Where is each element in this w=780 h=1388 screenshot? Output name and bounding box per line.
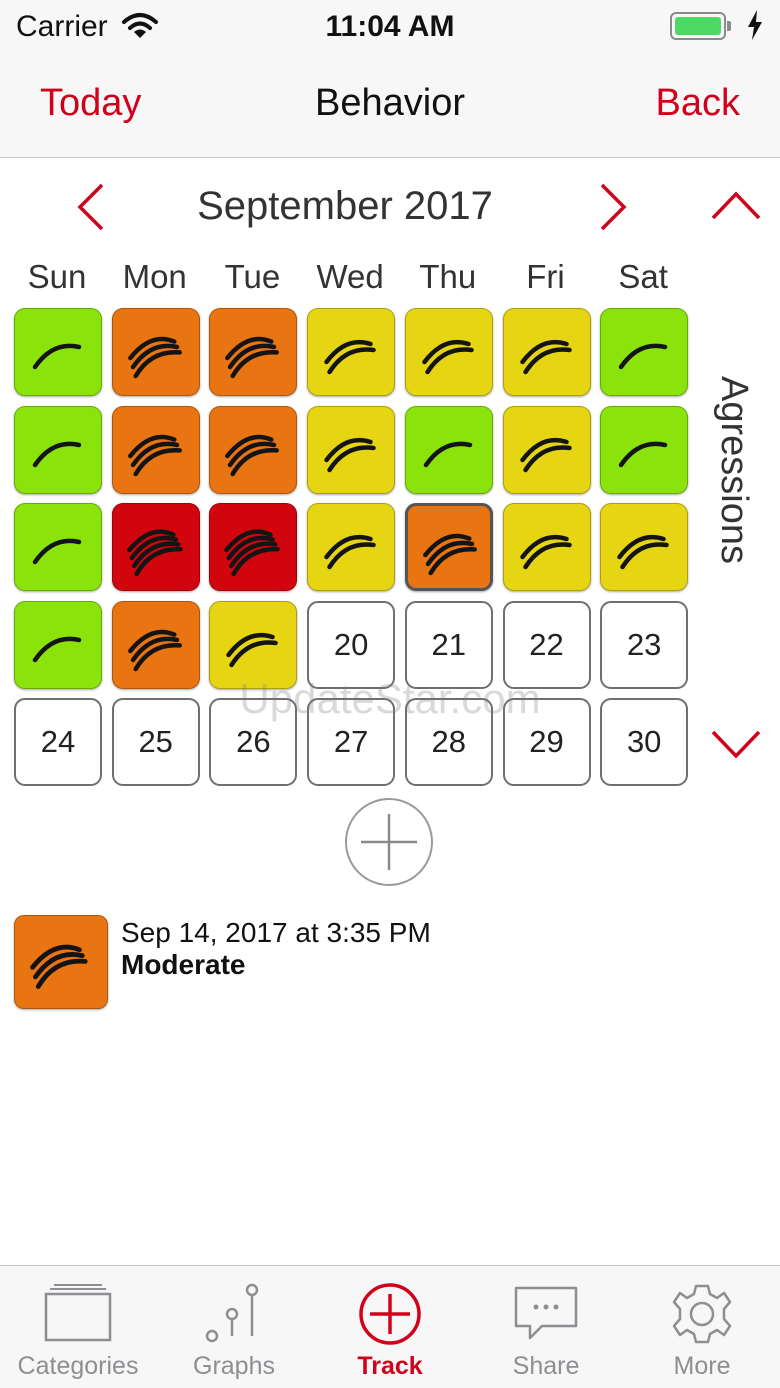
scribble-mark-icon xyxy=(127,336,182,379)
scribble-mark-icon xyxy=(324,339,376,375)
scribble-mark-icon xyxy=(422,533,477,576)
tab-bar: Categories Graphs Track Share More xyxy=(0,1265,780,1388)
tab-more[interactable]: More xyxy=(624,1266,780,1388)
scroll-down-icon[interactable] xyxy=(710,728,762,760)
calendar-day-marked[interactable] xyxy=(404,405,493,494)
calendar-day-marked[interactable] xyxy=(111,503,200,591)
scribble-mark-icon xyxy=(32,538,82,565)
weekday-label: Mon xyxy=(122,258,187,295)
battery-icon xyxy=(670,12,731,40)
calendar-day-marked[interactable] xyxy=(14,405,102,494)
calendar-day-marked[interactable] xyxy=(502,308,591,396)
scribble-mark-icon xyxy=(519,534,572,570)
calendar-day-marked[interactable] xyxy=(111,308,200,396)
month-header: September 2017 xyxy=(0,178,780,238)
calendar-day-marked[interactable] xyxy=(404,503,493,591)
scroll-up-icon[interactable] xyxy=(710,190,762,222)
navigation-bar: Today Behavior Back xyxy=(0,56,780,158)
weekday-label: Fri xyxy=(526,258,565,295)
tab-label: Share xyxy=(512,1352,580,1380)
scribble-mark-icon xyxy=(324,437,376,472)
plus-circle-icon xyxy=(359,1283,421,1345)
scribble-mark-icon xyxy=(519,437,572,472)
graphs-icon xyxy=(205,1283,259,1343)
scribble-mark-icon xyxy=(618,343,668,370)
scribble-mark-icon xyxy=(226,632,279,667)
tab-label: More xyxy=(673,1352,731,1380)
tab-label: Categories xyxy=(17,1352,139,1380)
calendar-day-marked[interactable] xyxy=(209,503,298,591)
scribble-mark-icon xyxy=(32,441,82,467)
scribble-mark-icon xyxy=(127,434,182,476)
add-entry-button[interactable] xyxy=(345,798,433,886)
month-label: September 2017 xyxy=(197,184,493,228)
plus-icon xyxy=(361,814,417,870)
calendar-day-marked[interactable] xyxy=(14,503,102,591)
category-name: Agressions xyxy=(713,376,755,564)
entry-date: Sep 14, 2017 at 3:35 PM xyxy=(121,917,431,948)
folder-icon xyxy=(44,1284,112,1342)
calendar-day-marked[interactable] xyxy=(307,405,396,494)
scribble-mark-icon xyxy=(30,944,88,989)
calendar-day-marked[interactable] xyxy=(111,405,200,494)
scribble-mark-icon xyxy=(617,534,669,570)
next-month-icon[interactable] xyxy=(596,182,632,232)
scribble-mark-icon xyxy=(32,636,82,662)
calendar-day-marked[interactable] xyxy=(502,405,591,494)
tab-label: Track xyxy=(357,1352,423,1380)
tab-categories[interactable]: Categories xyxy=(0,1266,156,1388)
scribble-mark-icon xyxy=(422,339,474,375)
calendar-day-marked[interactable] xyxy=(209,308,298,396)
watermark: UpdateStar.com xyxy=(239,675,541,722)
scribble-mark-icon xyxy=(224,529,281,577)
scribble-mark-icon xyxy=(126,529,183,577)
calendar-day-marked[interactable] xyxy=(502,503,591,591)
status-bar: Carrier 11:04 AM xyxy=(0,0,780,56)
back-button[interactable]: Back xyxy=(656,82,740,125)
weekday-label: Wed xyxy=(316,258,384,295)
entry-mark-icon xyxy=(14,915,108,1009)
scribble-mark-icon xyxy=(32,343,82,370)
calendar-day-marked[interactable] xyxy=(307,308,396,396)
scribble-mark-icon xyxy=(519,339,572,375)
weekday-label: Tue xyxy=(224,258,281,295)
calendar-day-marked[interactable] xyxy=(404,308,493,396)
scribble-mark-icon xyxy=(225,336,280,379)
tab-label: Graphs xyxy=(193,1352,275,1380)
entry-level: Moderate xyxy=(121,949,246,980)
scribble-mark-icon xyxy=(324,534,376,570)
tab-share[interactable]: Share xyxy=(468,1266,624,1388)
calendar-day-marked[interactable] xyxy=(600,503,689,591)
scribble-mark-icon xyxy=(225,434,280,476)
gear-icon xyxy=(672,1284,732,1344)
weekday-label: Thu xyxy=(419,258,477,295)
tab-track[interactable]: Track xyxy=(312,1266,468,1388)
scribble-mark-icon xyxy=(618,441,668,467)
list-item[interactable]: Sep 14, 2017 at 3:35 PM Moderate xyxy=(14,915,774,1015)
charging-icon xyxy=(748,10,762,40)
calendar-day-marked[interactable] xyxy=(600,405,689,494)
scribble-mark-icon xyxy=(423,441,473,467)
weekday-label: Sun xyxy=(27,258,87,295)
clock: 11:04 AM xyxy=(325,10,455,43)
calendar-day-marked[interactable] xyxy=(14,308,102,396)
calendar-day-marked[interactable] xyxy=(307,503,396,591)
calendar-day-marked[interactable] xyxy=(209,405,298,494)
scribble-mark-icon xyxy=(127,629,182,671)
category-side-label: Agressions xyxy=(690,376,780,576)
tab-graphs[interactable]: Graphs xyxy=(156,1266,312,1388)
calendar-day-marked[interactable] xyxy=(600,308,689,396)
speech-bubble-icon xyxy=(514,1286,578,1340)
weekday-label: Sat xyxy=(618,258,668,295)
